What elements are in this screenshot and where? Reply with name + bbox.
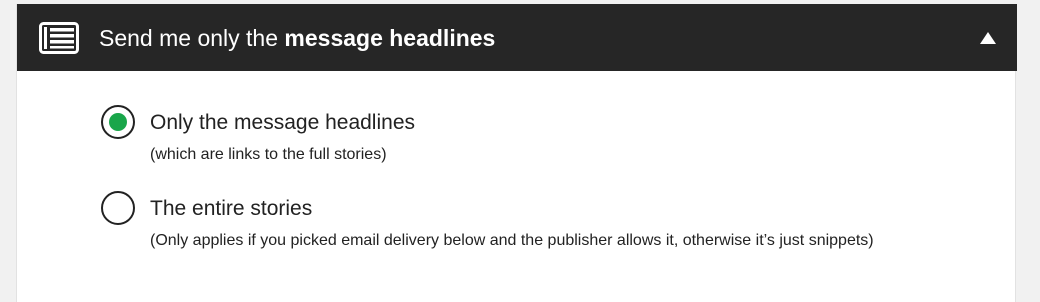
option-label: The entire stories: [150, 197, 313, 220]
panel-header[interactable]: Send me only the message headlines: [17, 4, 1017, 71]
radio-headlines-only[interactable]: [101, 105, 135, 139]
option-label: Only the message headlines: [150, 111, 415, 134]
list-icon: [39, 22, 79, 54]
option-description: (which are links to the full stories): [150, 146, 387, 163]
panel-title-bold: message headlines: [284, 25, 496, 51]
panel-title: Send me only the message headlines: [99, 24, 495, 52]
option-description: (Only applies if you picked email delive…: [150, 232, 874, 249]
triangle-up-icon[interactable]: [979, 31, 997, 45]
radio-selected-dot: [109, 113, 127, 131]
radio-entire-stories[interactable]: [101, 191, 135, 225]
delivery-format-panel: Send me only the message headlines Only …: [16, 4, 1017, 302]
panel-title-prefix: Send me only the: [99, 25, 285, 51]
